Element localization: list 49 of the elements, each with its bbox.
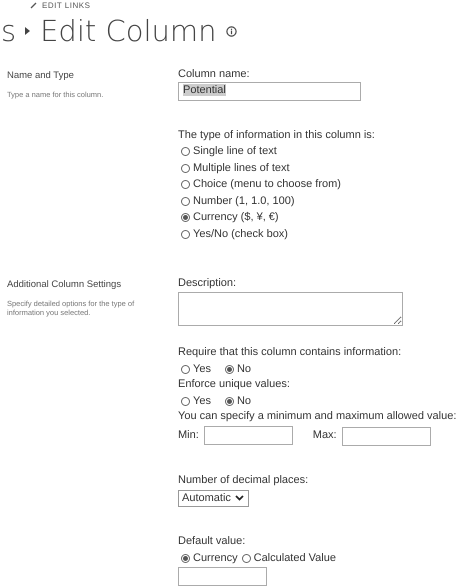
field-label: You can specify a minimum and maximum allowed value: (178, 410, 458, 422)
page-title: Edit Column (40, 14, 217, 48)
description-field[interactable] (178, 292, 403, 326)
breadcrumb-link[interactable]: s (1, 14, 16, 48)
radio-option[interactable]: No (224, 394, 252, 408)
edit-links-link[interactable]: EDIT LINKS (42, 0, 90, 10)
field-label: Description: (178, 276, 238, 290)
section-title: Additional Column Settings (7, 278, 122, 290)
field-label: Require that this column contains information: (178, 346, 402, 358)
radio-option[interactable]: Yes (181, 394, 211, 408)
field-label: Default value: (178, 534, 246, 548)
radio-button[interactable] (224, 364, 234, 374)
radio-button[interactable] (242, 554, 251, 562)
radio-option[interactable]: No (224, 362, 252, 376)
radio-option[interactable]: Calculated Value (242, 552, 336, 564)
column-name-field[interactable]: Potential (178, 82, 361, 101)
section-title: Name and Type (7, 70, 75, 81)
max-field[interactable] (342, 426, 431, 446)
caret-right-icon (25, 27, 30, 35)
radio-option[interactable]: Number (1, 1.0, 100) (181, 194, 474, 208)
radio-button[interactable] (181, 196, 190, 206)
chevron-down-icon (234, 495, 244, 501)
radio-option[interactable]: Currency ($, ¥, €) (181, 211, 474, 224)
field-label: Column name: (178, 68, 251, 81)
radio-button[interactable] (181, 396, 190, 406)
max-label: Max: (312, 429, 337, 442)
radio-button[interactable] (181, 164, 190, 172)
pencil-icon (30, 2, 37, 8)
radio-option[interactable]: Choice (menu to choose from) (181, 178, 474, 191)
radio-button[interactable] (181, 554, 190, 562)
field-label: The type of information in this column is: (178, 129, 376, 142)
field-label: Enforce unique values: (178, 378, 291, 390)
radio-option[interactable]: Multiple lines of text (181, 162, 474, 174)
radio-button[interactable] (181, 213, 190, 222)
min-label: Min: (178, 429, 199, 442)
radio-button[interactable] (181, 364, 190, 374)
radio-option[interactable]: Currency (181, 552, 238, 564)
radio-option[interactable]: Single line of text (181, 145, 474, 158)
field-label: Number of decimal places: (178, 474, 310, 486)
radio-button[interactable] (181, 180, 190, 189)
radio-option[interactable]: Yes/No (check box) (181, 228, 474, 240)
info-icon[interactable] (226, 26, 237, 36)
radio-button[interactable] (224, 396, 234, 406)
radio-option[interactable]: Yes (181, 362, 211, 376)
radio-button[interactable] (181, 230, 190, 238)
min-field[interactable] (204, 426, 293, 445)
default-value-field[interactable] (178, 566, 267, 586)
decimal-places-dropdown[interactable]: Automatic (178, 490, 249, 506)
radio-button[interactable] (181, 147, 190, 156)
